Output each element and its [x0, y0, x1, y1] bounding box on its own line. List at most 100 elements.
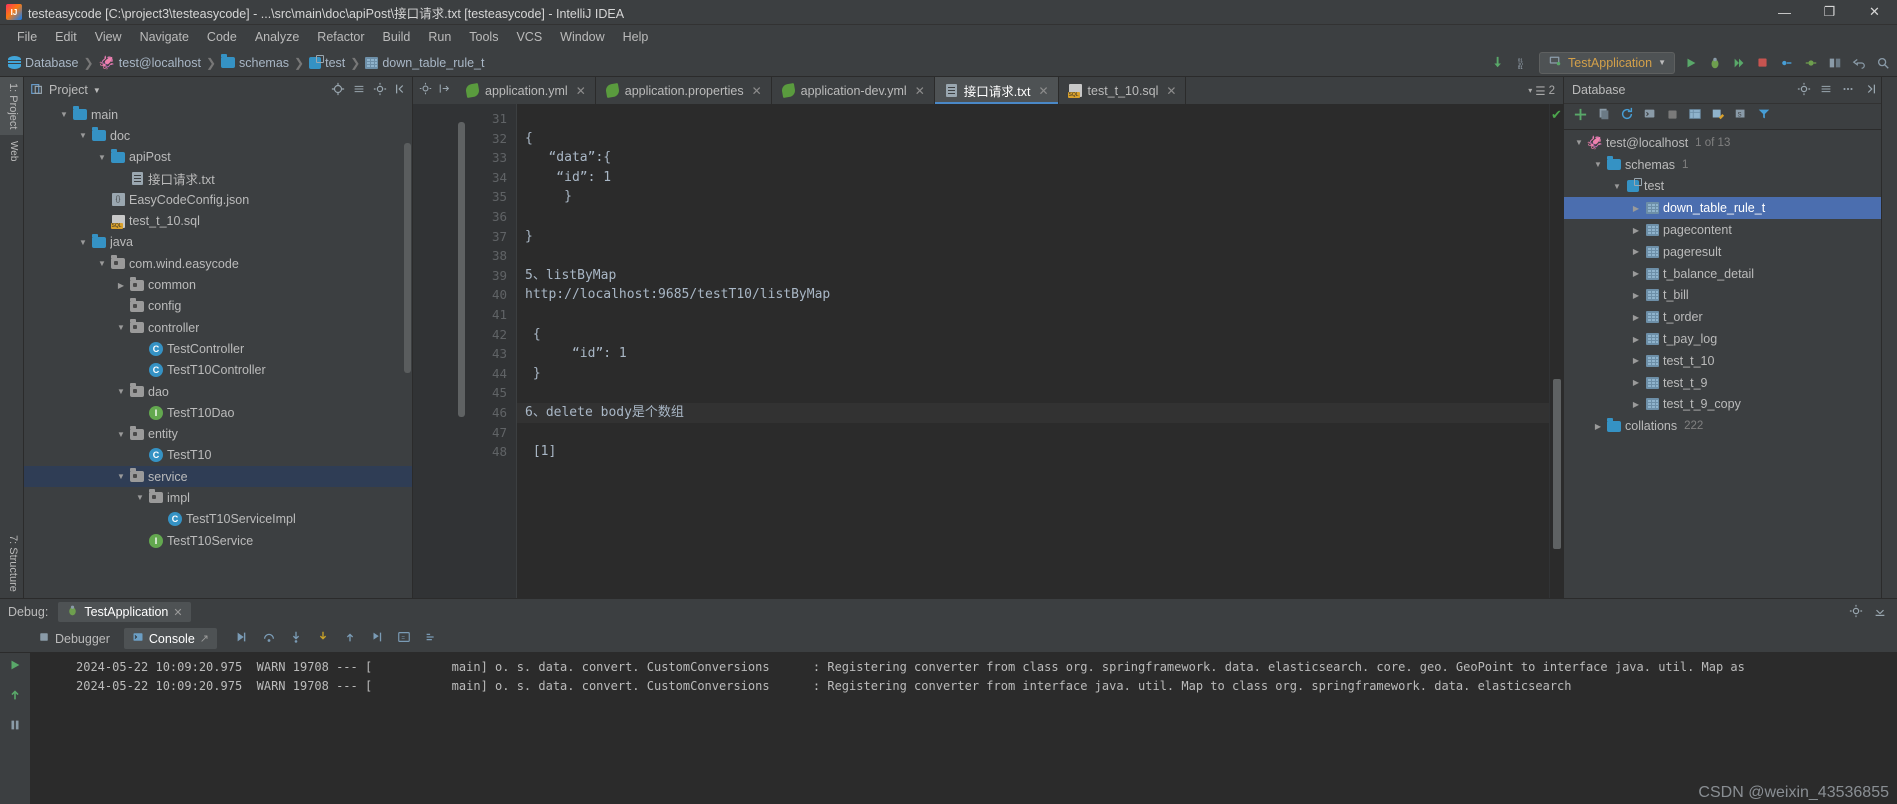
close-icon[interactable]: ✕	[1038, 84, 1048, 98]
project-tree-row[interactable]: I TestT10Service	[24, 530, 412, 551]
database-tree-row[interactable]: ▶ t_bill	[1564, 285, 1881, 307]
run-configuration-selector[interactable]: TestApplication ▼	[1539, 51, 1675, 74]
project-tree-row[interactable]: C TestT10ServiceImpl	[24, 509, 412, 530]
close-icon[interactable]: ✕	[1166, 84, 1176, 98]
menu-item-analyze[interactable]: Analyze	[246, 28, 308, 46]
project-tree-row[interactable]: C TestT10Controller	[24, 360, 412, 381]
project-tree-row[interactable]: ▼ impl	[24, 487, 412, 508]
chevron-right-icon[interactable]: ▶	[1591, 422, 1605, 431]
editor-scroll-thumb[interactable]	[1553, 379, 1561, 549]
menu-item-tools[interactable]: Tools	[460, 28, 507, 46]
code-line[interactable]	[517, 423, 1549, 443]
breadcrumb-item-schemas[interactable]: schemas	[221, 54, 289, 70]
chevron-down-icon[interactable]: ▼	[133, 493, 147, 502]
close-button[interactable]: ✕	[1852, 0, 1897, 24]
chevron-down-icon[interactable]: ▾	[1528, 86, 1532, 95]
git-update-icon[interactable]	[1778, 54, 1795, 71]
chevron-down-icon[interactable]: ▼	[57, 110, 71, 119]
chevron-down-icon[interactable]: ▼	[1572, 138, 1586, 147]
close-icon[interactable]: ✕	[173, 606, 182, 619]
minimize-button[interactable]: —	[1762, 0, 1807, 24]
database-tree-row[interactable]: ▶ t_pay_log	[1564, 328, 1881, 350]
code-line[interactable]	[517, 383, 1549, 403]
hide-panel-icon[interactable]	[1873, 604, 1887, 621]
chevron-right-icon[interactable]: ▶	[1629, 378, 1643, 387]
tab-list-icon[interactable]: ☰	[1535, 84, 1545, 98]
editor-tab-application-properties[interactable]: application.properties ✕	[596, 77, 772, 104]
step-over-icon[interactable]	[262, 630, 276, 647]
collapse-all-icon[interactable]	[1819, 82, 1833, 99]
chevron-down-icon[interactable]: ▼	[95, 259, 109, 268]
menu-item-vcs[interactable]: VCS	[507, 28, 551, 46]
breadcrumb-item-database[interactable]: Database	[8, 56, 79, 70]
database-tree-row[interactable]: ▼ test	[1564, 176, 1881, 198]
pause-icon[interactable]	[8, 718, 22, 737]
code-line[interactable]: 5、listByMap	[517, 266, 1549, 286]
detach-icon[interactable]: ↗	[200, 632, 209, 645]
database-tree-row[interactable]: ▶ test_t_9_copy	[1564, 394, 1881, 416]
editor-vertical-scrollbar[interactable]	[458, 122, 465, 417]
modify-table-icon[interactable]	[1711, 107, 1725, 126]
menu-item-help[interactable]: Help	[614, 28, 658, 46]
project-tree-row[interactable]: C TestController	[24, 338, 412, 359]
tool-tab-structure[interactable]: 7: Structure	[0, 529, 23, 598]
chevron-right-icon[interactable]: ▶	[114, 281, 128, 290]
code-line[interactable]: }	[517, 364, 1549, 384]
resume-program-icon[interactable]	[8, 688, 22, 707]
close-icon[interactable]: ✕	[915, 84, 925, 98]
project-tree-row[interactable]: ▼ service	[24, 466, 412, 488]
chevron-right-icon[interactable]: ▶	[1629, 400, 1643, 409]
maximize-button[interactable]: ❐	[1807, 0, 1852, 24]
project-tree-row[interactable]: ▶ common	[24, 274, 412, 295]
database-tree-row[interactable]: ▶ test_t_9	[1564, 372, 1881, 394]
hide-panel-icon[interactable]	[1863, 82, 1877, 99]
project-tree[interactable]: ▼main▼doc▼apiPost接口请求.txtEasyCodeConfig.…	[24, 103, 412, 598]
project-tree-row[interactable]: I TestT10Dao	[24, 402, 412, 423]
locate-file-icon[interactable]	[331, 82, 345, 99]
code-line[interactable]: [1]	[517, 442, 1549, 462]
tab-console[interactable]: Console ↗	[123, 628, 217, 649]
git-commit-icon[interactable]	[1802, 54, 1819, 71]
database-tree-row[interactable]: ▶ test_t_10	[1564, 350, 1881, 372]
menu-item-code[interactable]: Code	[198, 28, 246, 46]
project-tree-row[interactable]: config	[24, 296, 412, 317]
run-button[interactable]	[1682, 54, 1699, 71]
chevron-right-icon[interactable]: ▶	[1629, 204, 1643, 213]
chevron-right-icon[interactable]: ▶	[1629, 247, 1643, 256]
chevron-right-icon[interactable]: ▶	[1629, 356, 1643, 365]
breadcrumb-item-down-table-rule-t[interactable]: down_table_rule_t	[365, 56, 484, 70]
chevron-right-icon[interactable]: ▶	[1629, 313, 1643, 322]
run-to-cursor-icon[interactable]	[370, 630, 384, 647]
project-tree-row[interactable]: ▼ apiPost	[24, 147, 412, 168]
hide-tabs-icon[interactable]	[437, 82, 450, 100]
debug-session-tab[interactable]: TestApplication ✕	[58, 602, 191, 622]
chevron-down-icon[interactable]: ▼	[95, 153, 109, 162]
database-tree-row[interactable]: ▶ collations 222	[1564, 415, 1881, 437]
menu-item-window[interactable]: Window	[551, 28, 613, 46]
project-tree-row[interactable]: ▼ controller	[24, 317, 412, 338]
menu-item-refactor[interactable]: Refactor	[308, 28, 373, 46]
chevron-right-icon[interactable]: ▶	[1629, 226, 1643, 235]
chevron-right-icon[interactable]: ▶	[1629, 335, 1643, 344]
breadcrumb-item-test-localhost[interactable]: 🦑 test@localhost	[99, 56, 201, 70]
editor-tab-application-yml[interactable]: application.yml ✕	[456, 77, 596, 104]
menu-item-file[interactable]: File	[8, 28, 46, 46]
code-content[interactable]: { “data”:{ “id”: 1 }} 5、listByMap http://l…	[517, 104, 1549, 598]
code-line[interactable]	[517, 305, 1549, 325]
step-into-icon[interactable]	[289, 630, 303, 647]
chevron-down-icon[interactable]: ▼	[1591, 160, 1605, 169]
search-everywhere-icon[interactable]	[1874, 54, 1891, 71]
menu-item-run[interactable]: Run	[419, 28, 460, 46]
project-tree-row[interactable]: ▼ dao	[24, 381, 412, 402]
editor-tab------txt[interactable]: 接口请求.txt ✕	[934, 77, 1059, 104]
undo-icon[interactable]	[1850, 54, 1867, 71]
code-line[interactable]: 6、delete body是个数组	[517, 402, 1549, 423]
chevron-down-icon[interactable]: ▼	[114, 472, 128, 481]
filter-icon[interactable]	[1757, 107, 1771, 126]
settings-gear-icon[interactable]	[1849, 604, 1863, 621]
chevron-right-icon[interactable]: ▶	[1629, 291, 1643, 300]
database-tree-row[interactable]: ▶ pagecontent	[1564, 219, 1881, 241]
project-tree-row[interactable]: ▼ main	[24, 104, 412, 125]
evaluate-expression-icon[interactable]: =	[397, 630, 411, 647]
project-tree-row[interactable]: ▼ entity	[24, 423, 412, 444]
